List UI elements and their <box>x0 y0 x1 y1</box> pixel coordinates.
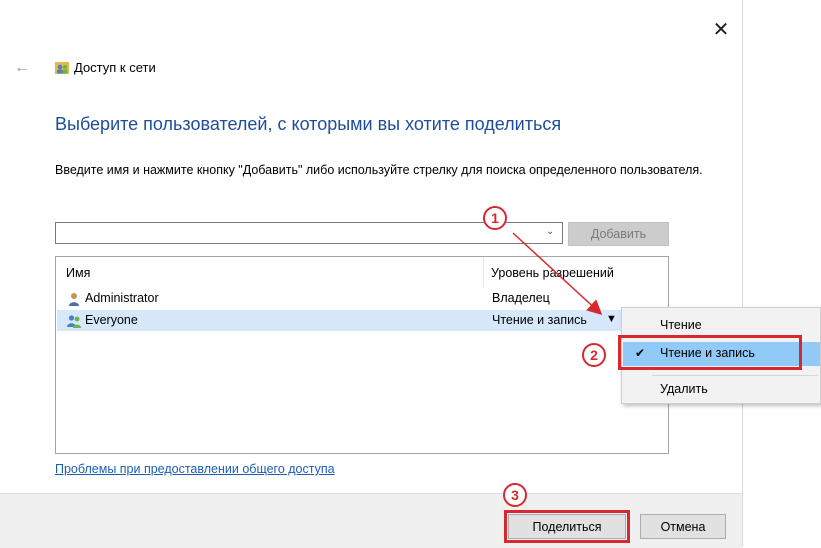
menu-item-label: Чтение и запись <box>660 346 755 360</box>
user-icon <box>69 293 79 306</box>
share-dialog: ✕ ← Доступ к сети Выберите пользователей… <box>0 0 743 548</box>
column-divider <box>483 257 484 287</box>
user-permissions-list: Имя Уровень разрешений Administrator Вла… <box>55 256 669 454</box>
page-heading: Выберите пользователей, с которыми вы хо… <box>55 114 562 134</box>
row-name: Everyone <box>85 313 138 327</box>
window-title: Доступ к сети <box>74 60 156 75</box>
back-arrow-icon[interactable]: ← <box>14 57 36 79</box>
chevron-down-icon[interactable]: ⌄ <box>546 226 558 240</box>
column-header-name[interactable]: Имя <box>66 266 90 280</box>
list-row-everyone[interactable]: Everyone Чтение и запись ▼ <box>57 310 667 331</box>
dialog-footer <box>0 493 742 548</box>
row-name: Administrator <box>85 291 159 305</box>
menu-item-read-write[interactable]: ✔ Чтение и запись <box>623 342 820 366</box>
share-button[interactable]: Поделиться <box>504 510 630 543</box>
close-icon[interactable]: ✕ <box>706 14 736 44</box>
column-header-permission[interactable]: Уровень разрешений <box>491 266 614 280</box>
menu-item-read[interactable]: Чтение <box>623 314 820 338</box>
annotation-badge-2: 2 <box>582 343 606 367</box>
row-permission: Владелец <box>492 291 550 305</box>
caret-down-icon[interactable]: ▼ <box>606 313 617 325</box>
menu-item-label: Удалить <box>660 382 708 396</box>
cancel-button[interactable]: Отмена <box>640 514 726 539</box>
sharing-problems-link[interactable]: Проблемы при предоставлении общего досту… <box>55 462 335 476</box>
list-row-administrator[interactable]: Administrator Владелец <box>57 288 667 309</box>
checkmark-icon: ✔ <box>635 346 646 360</box>
permission-context-menu: Чтение ✔ Чтение и запись Удалить <box>621 307 821 404</box>
menu-item-label: Чтение <box>660 318 702 332</box>
permission-dropdown[interactable]: Чтение и запись <box>492 313 587 327</box>
annotation-badge-1: 1 <box>483 206 507 230</box>
annotation-badge-3: 3 <box>503 483 527 507</box>
instruction-text: Введите имя и нажмите кнопку "Добавить" … <box>55 163 703 177</box>
menu-separator <box>652 375 818 376</box>
users-group-icon <box>67 315 81 328</box>
menu-item-remove[interactable]: Удалить <box>623 378 820 402</box>
network-share-icon <box>55 62 69 74</box>
add-button[interactable]: Добавить <box>568 222 669 246</box>
user-name-input[interactable] <box>59 224 543 244</box>
